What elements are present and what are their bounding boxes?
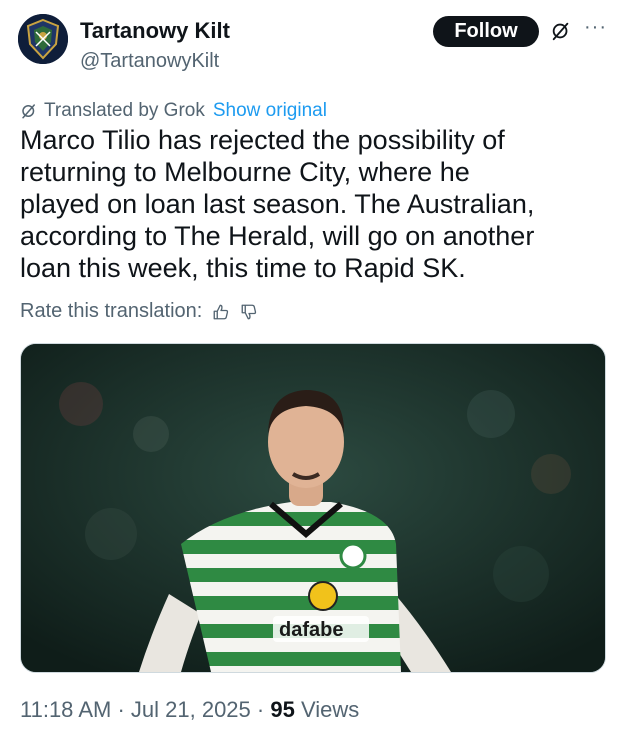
thumbs-down-icon[interactable] [240, 303, 258, 321]
meta-separator: · [117, 697, 131, 722]
rate-translation-label: Rate this translation: [20, 300, 203, 322]
club-crest-icon [18, 14, 68, 64]
tweet-header: Tartanowy Kilt @TartanowyKilt Follow ··· [18, 14, 608, 76]
meta-separator: · [256, 697, 271, 722]
thumbs-up-icon[interactable] [212, 303, 230, 321]
grok-icon [22, 104, 35, 119]
more-icon[interactable]: ··· [584, 16, 607, 39]
tweet-photo[interactable]: dafabe [20, 343, 606, 673]
grok-icon[interactable] [550, 20, 572, 42]
tweet-meta: 11:18 AM · Jul 21, 2025 · 95 Views [20, 697, 359, 723]
display-name[interactable]: Tartanowy Kilt [80, 18, 230, 44]
rate-translation: Rate this translation: [20, 300, 258, 323]
translated-by-label: Translated by Grok [44, 100, 205, 121]
views-count: 95 [270, 697, 295, 722]
show-original-link[interactable]: Show original [213, 100, 327, 122]
football-player-photo: dafabe [21, 344, 605, 672]
sponsor-text: dafabe [279, 619, 343, 641]
tweet-time[interactable]: 11:18 AM [20, 697, 111, 722]
tweet-date[interactable]: Jul 21, 2025 [131, 697, 251, 722]
follow-button[interactable]: Follow [433, 16, 539, 47]
avatar[interactable] [18, 14, 68, 64]
tweet-text: Marco Tilio has rejected the possibility… [20, 125, 535, 283]
user-handle[interactable]: @TartanowyKilt [80, 50, 219, 73]
views-label: Views [300, 697, 360, 722]
translation-notice: Translated by Grok Show original [20, 100, 327, 122]
